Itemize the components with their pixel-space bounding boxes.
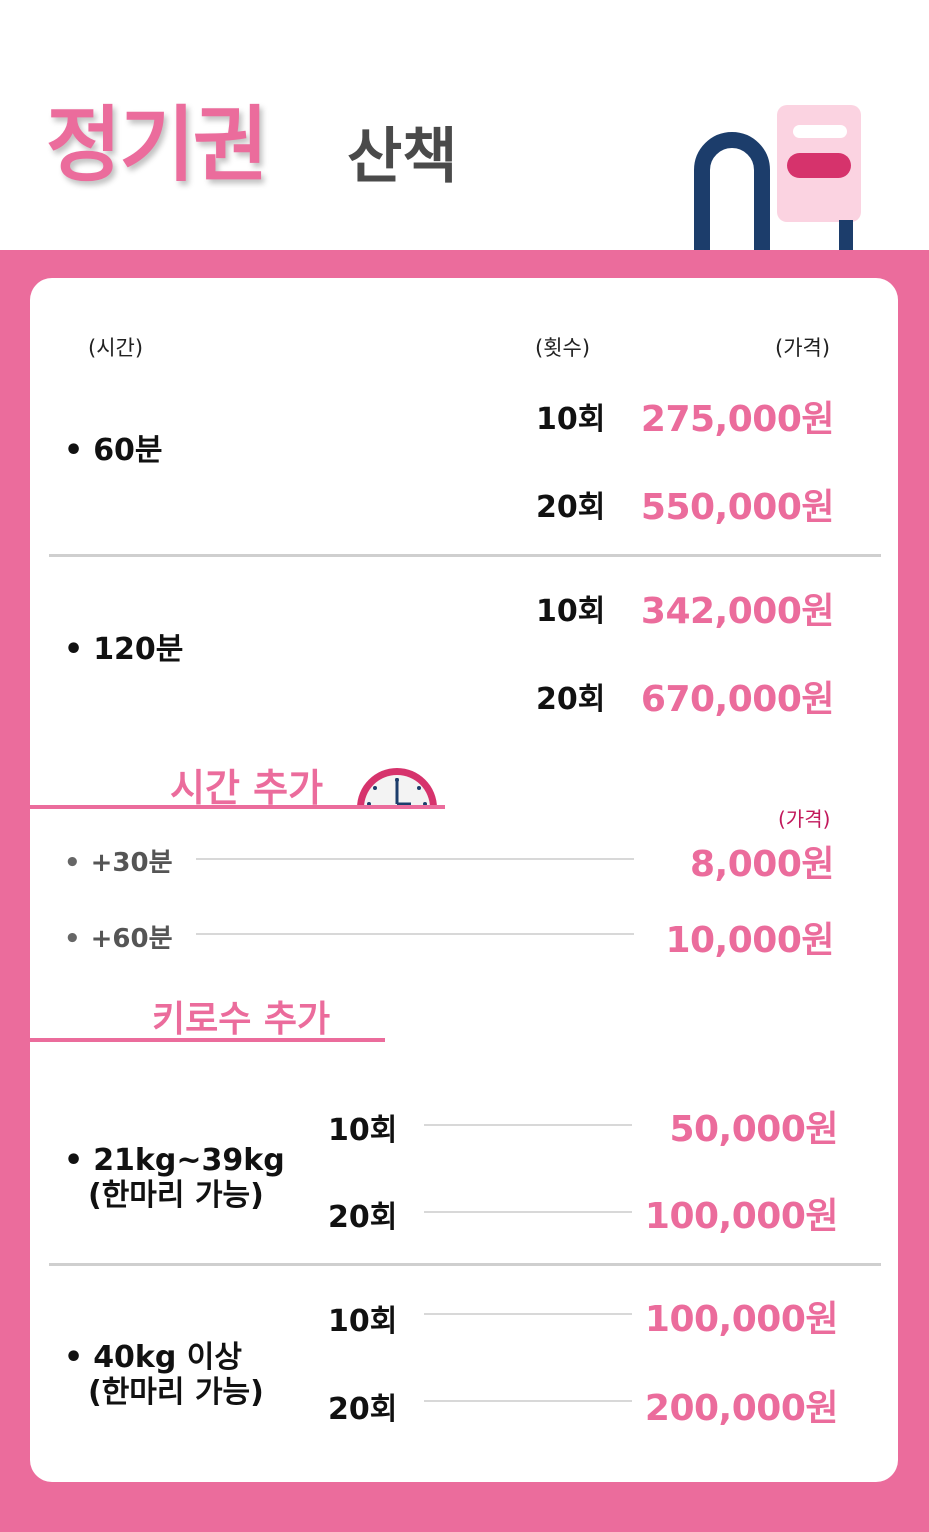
time-add-title: 시간 추가 [170, 766, 324, 810]
clock-icon [357, 768, 437, 808]
weight-2-count-20: 20회 [328, 1392, 398, 1427]
weight-2-price-10: 100,000원 [644, 1299, 839, 1340]
plan-60-price-20: 550,000원 [640, 487, 835, 528]
weight-1-count-10: 10회 [328, 1113, 398, 1148]
time-add-price-header: (가격) [778, 807, 831, 831]
weight-1-count-20: 20회 [328, 1200, 398, 1235]
weight-group-note-2: (한마리 가능) [88, 1375, 264, 1410]
weight-1-price-10: 50,000원 [669, 1109, 838, 1150]
plan-label-60: 60분 [64, 433, 162, 469]
weight-2-count-10: 10회 [328, 1304, 398, 1339]
weight-add-underline [30, 1038, 385, 1042]
time-add-price-60: 10,000원 [665, 920, 834, 961]
divider [49, 1263, 881, 1266]
plan-120-price-20: 670,000원 [640, 679, 835, 720]
time-add-label-60: +60분 [64, 918, 173, 955]
leash-icon [694, 105, 861, 255]
weight-group-label-1: 21kg~39kg [64, 1143, 284, 1179]
time-add-price-30: 8,000원 [690, 844, 835, 885]
page-title: 정기권 [46, 98, 268, 193]
time-add-label-30: +30분 [64, 842, 173, 879]
weight-2-price-20: 200,000원 [644, 1388, 839, 1429]
page-subtitle: 산책 [347, 122, 458, 192]
time-add-underline [30, 805, 445, 809]
weight-group-note-1: (한마리 가능) [88, 1178, 264, 1213]
divider [49, 554, 881, 557]
weight-add-title: 키로수 추가 [152, 999, 331, 1040]
column-header-time: (시간) [88, 336, 144, 360]
column-header-count: (횟수) [535, 336, 591, 360]
plan-120-price-10: 342,000원 [640, 591, 835, 632]
weight-group-label-2: 40kg 이상 [64, 1340, 242, 1376]
column-header-price: (가격) [775, 336, 831, 360]
plan-label-120: 120분 [64, 632, 183, 668]
weight-1-price-20: 100,000원 [644, 1196, 839, 1237]
plan-60-price-10: 275,000원 [640, 399, 835, 440]
